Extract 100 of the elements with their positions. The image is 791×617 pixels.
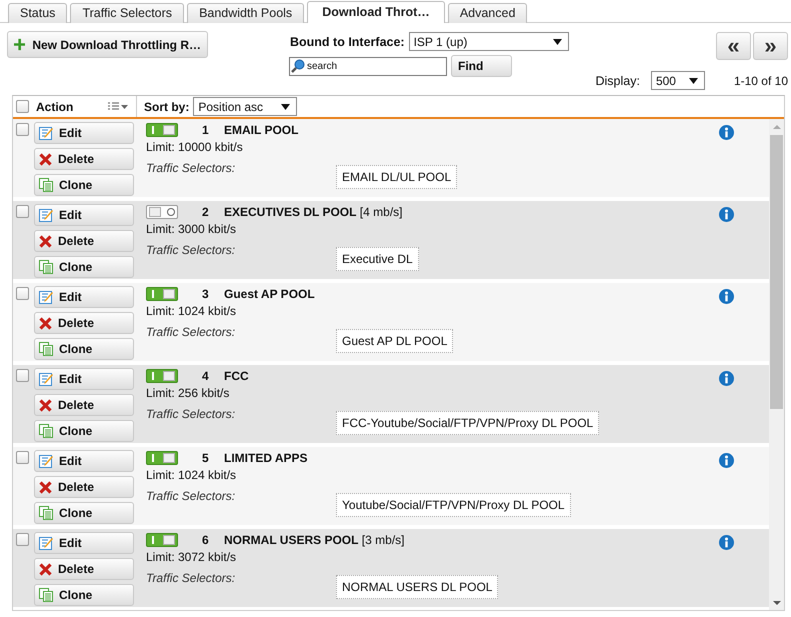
clone-icon <box>39 342 53 356</box>
clone-button[interactable]: Clone <box>34 256 134 278</box>
pool-name: FCC <box>224 369 249 383</box>
interface-label: Bound to Interface: <box>290 34 405 48</box>
search-field[interactable]: search <box>289 56 447 76</box>
pool-name: NORMAL USERS POOL [3 mb/s] <box>224 533 404 547</box>
row-checkbox[interactable] <box>16 369 29 382</box>
selectors-label: Traffic Selectors: <box>146 489 236 503</box>
caret-icon <box>552 38 562 44</box>
scrollbar[interactable] <box>769 119 784 610</box>
traffic-selector-tag: NORMAL USERS DL POOL <box>336 575 498 599</box>
caret-icon <box>688 78 698 84</box>
pool-name: LIMITED APPS <box>224 451 308 465</box>
limit-text: Limit: 10000 kbit/s <box>146 140 244 154</box>
edit-icon <box>39 536 53 550</box>
pool-name: EXECUTIVES DL POOL [4 mb/s] <box>224 205 402 219</box>
display-select[interactable]: 500 <box>650 71 705 90</box>
edit-icon <box>39 208 53 222</box>
info-icon <box>719 453 734 468</box>
delete-button[interactable]: Delete <box>34 394 134 416</box>
traffic-selector-tag: Guest AP DL POOL <box>336 329 454 353</box>
delete-button[interactable]: Delete <box>34 230 134 252</box>
edit-button[interactable]: Edit <box>34 450 134 472</box>
caret-icon <box>281 104 290 110</box>
new-rule-button[interactable]: New Download Throttling R… <box>7 31 208 58</box>
row-checkbox[interactable] <box>16 451 29 464</box>
enable-toggle[interactable] <box>146 287 178 301</box>
info-icon <box>719 207 734 222</box>
clone-button[interactable]: Clone <box>34 174 134 196</box>
clone-icon <box>39 588 53 602</box>
info-icon <box>719 289 734 304</box>
row-checkbox[interactable] <box>16 123 29 136</box>
next-page-button[interactable]: » <box>753 32 788 60</box>
selectors-label: Traffic Selectors: <box>146 571 236 585</box>
delete-icon <box>39 152 52 166</box>
delete-icon <box>39 234 52 248</box>
edit-button[interactable]: Edit <box>34 204 134 226</box>
enable-toggle[interactable] <box>146 369 178 383</box>
tab[interactable]: Status <box>8 3 68 23</box>
delete-icon <box>39 316 52 330</box>
tab[interactable]: Download Throt… <box>307 1 445 23</box>
position-number: 4 <box>202 369 210 383</box>
selectors-label: Traffic Selectors: <box>146 407 236 421</box>
enable-toggle[interactable] <box>146 451 178 465</box>
row-checkbox[interactable] <box>16 533 29 546</box>
edit-icon <box>39 126 53 140</box>
clone-icon <box>39 260 53 274</box>
delete-button[interactable]: Delete <box>34 476 134 498</box>
position-number: 1 <box>202 123 210 137</box>
delete-icon <box>39 562 52 576</box>
limit-text: Limit: 1024 kbit/s <box>146 304 238 318</box>
enable-toggle[interactable] <box>146 123 178 137</box>
enable-toggle[interactable] <box>146 533 178 547</box>
delete-icon <box>39 398 52 412</box>
limit-text: Limit: 1024 kbit/s <box>146 468 238 482</box>
action-header: Action <box>36 100 74 114</box>
limit-text: Limit: 3000 kbit/s <box>146 222 238 236</box>
select-all-checkbox[interactable] <box>16 100 29 113</box>
selectors-label: Traffic Selectors: <box>146 243 236 257</box>
clone-icon <box>39 506 53 520</box>
position-number: 5 <box>202 451 210 465</box>
sort-label: Sort by: <box>144 100 190 114</box>
edit-button[interactable]: Edit <box>34 532 134 554</box>
limit-text: Limit: 256 kbit/s <box>146 386 230 400</box>
tab[interactable]: Advanced <box>448 3 528 23</box>
clone-button[interactable]: Clone <box>34 584 134 606</box>
delete-button[interactable]: Delete <box>34 148 134 170</box>
pool-name: EMAIL POOL <box>224 123 298 137</box>
clone-button[interactable]: Clone <box>34 338 134 360</box>
edit-button[interactable]: Edit <box>34 122 134 144</box>
find-button[interactable]: Find <box>451 55 512 77</box>
info-icon <box>719 535 734 550</box>
interface-select[interactable]: ISP 1 (up) <box>408 32 569 51</box>
delete-button[interactable]: Delete <box>34 558 134 580</box>
traffic-selector-tag: Executive DL <box>336 247 419 271</box>
clone-button[interactable]: Clone <box>34 502 134 524</box>
row-checkbox[interactable] <box>16 205 29 218</box>
clone-icon <box>39 178 53 192</box>
edit-button[interactable]: Edit <box>34 368 134 390</box>
delete-icon <box>39 480 52 494</box>
edit-icon <box>39 372 53 386</box>
traffic-selector-tag: EMAIL DL/UL POOL <box>336 165 458 189</box>
edit-button[interactable]: Edit <box>34 286 134 308</box>
previous-page-button[interactable]: « <box>716 32 751 60</box>
clone-button[interactable]: Clone <box>34 420 134 442</box>
position-number: 3 <box>202 287 210 301</box>
display-label: Display: <box>595 74 640 88</box>
row-checkbox[interactable] <box>16 287 29 300</box>
column-menu-icon <box>108 102 128 111</box>
enable-toggle[interactable] <box>146 205 178 219</box>
page-range: 1-10 of 10 <box>734 74 788 88</box>
traffic-selector-tag: FCC-Youtube/Social/FTP/VPN/Proxy DL POOL <box>336 411 600 435</box>
info-icon <box>719 371 734 386</box>
tab[interactable]: Bandwidth Pools <box>187 3 304 23</box>
info-icon <box>719 125 734 140</box>
delete-button[interactable]: Delete <box>34 312 134 334</box>
sort-select[interactable]: Position asc <box>193 97 298 116</box>
tab[interactable]: Traffic Selectors <box>70 3 184 23</box>
selectors-label: Traffic Selectors: <box>146 161 236 175</box>
traffic-selector-tag: Youtube/Social/FTP/VPN/Proxy DL POOL <box>336 493 571 517</box>
